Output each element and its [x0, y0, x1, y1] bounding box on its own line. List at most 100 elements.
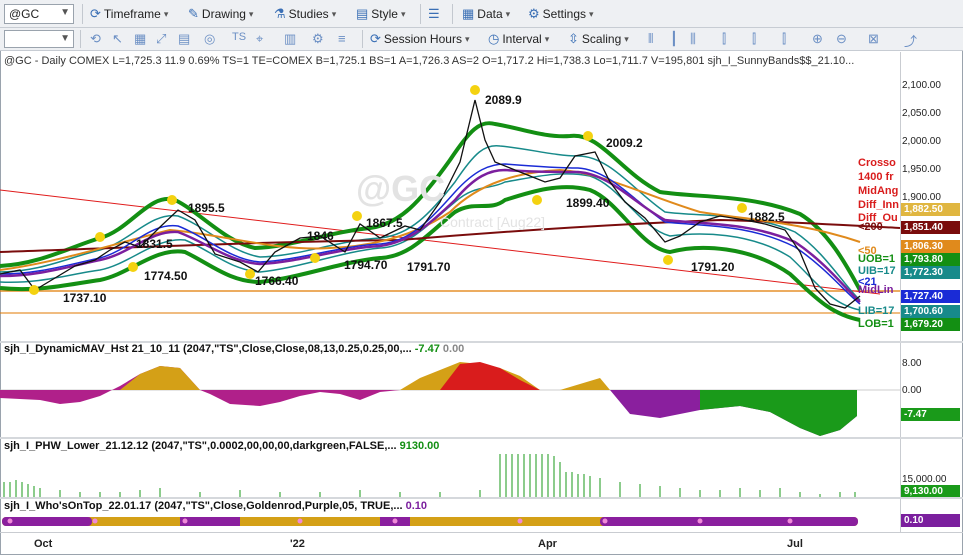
midangle-label: MidAng [858, 185, 899, 197]
lines-icon[interactable]: ≡ [338, 31, 346, 46]
bars-c-icon[interactable]: ⫿ [782, 31, 786, 47]
peak-label: 1867.5 [366, 216, 403, 230]
gear-icon: ⚙ [528, 6, 540, 21]
data-button[interactable]: ▦ Data ▾ [462, 4, 510, 24]
ind3-header: sjh_I_Who'sOnTop_22.01.17 (2047,"TS",Clo… [4, 500, 427, 512]
table-icon[interactable]: ▤ [178, 31, 190, 47]
refresh-icon[interactable]: ⟲ [90, 31, 101, 47]
main-toolbar: @GC ▼ ⟳ Timeframe ▾ ✎ Drawing ▾ ⚗ Studies ▾ ▤ S… [0, 0, 963, 28]
candle-icon[interactable]: ┃ [670, 31, 678, 47]
ind3-value: 0.10 [405, 500, 428, 512]
price-tag: 1,882.50 [901, 203, 960, 216]
interval-button[interactable]: ◷ Interval ▾ [488, 30, 549, 48]
price-tick: 2,050.00 [902, 108, 941, 119]
price-tag: 1,700.60 [901, 305, 960, 318]
uob-label: UOB=1 [858, 253, 895, 265]
price-tag: 1,772.30 [901, 266, 960, 279]
session-icon: ⟳ [370, 31, 381, 46]
peak-label: 1899.40 [566, 196, 610, 210]
settings-button[interactable]: ⚙ Settings ▾ [528, 4, 594, 24]
trough-label: 1766.40 [255, 274, 299, 288]
ind1-hist-pos [120, 366, 200, 390]
diff-inner-label: Diff_Inn [858, 199, 899, 211]
scaling-button[interactable]: ⇳ Scaling ▾ [568, 30, 629, 48]
price-tag: 1,793.80 [901, 253, 960, 266]
ind1-pane[interactable] [0, 356, 900, 438]
studies-label: Studies [288, 7, 329, 21]
bars-b-icon[interactable]: ⫿ [752, 31, 756, 47]
crosshair-icon[interactable]: ⌖ [256, 31, 263, 47]
studies-icon: ⚗ [274, 6, 286, 21]
ind3-tag: 0.10 [901, 514, 960, 527]
trough-label: 1774.50 [144, 269, 188, 283]
price-pane[interactable] [0, 52, 900, 342]
add-chart-icon[interactable]: ⤴ [904, 31, 917, 50]
chart-icon[interactable]: ⤢ [156, 31, 166, 47]
ind1-header: sjh_I_DynamicMAV_Hst 21_10_11 (2047,"TS"… [4, 343, 464, 355]
ind3-purple-seg [600, 517, 858, 526]
bar-chart-icon[interactable]: ⫴ [648, 31, 653, 47]
ind3-purple-seg [180, 517, 240, 526]
peak-label: 2009.2 [606, 136, 643, 150]
ind1-hist-green [700, 390, 857, 436]
ind1-tag: -7.47 [901, 408, 960, 421]
grid-icon[interactable]: ▦ [134, 31, 146, 47]
secondary-toolbar: ▼ ⟲ ↖ ▦ ⤢ ▤ ◎ TS ⌖ ▥ ⚙ ≡ ⟳ Session Hours ▾… [0, 28, 963, 51]
ind2-bars [3, 454, 856, 498]
peak-label: 1882.5 [748, 210, 785, 224]
data-label: Data [477, 7, 503, 21]
scaling-icon: ⇳ [568, 31, 579, 46]
price-tick: 1,950.00 [902, 164, 941, 175]
pane-divider[interactable] [0, 497, 963, 499]
info-label: 1400 fr [858, 171, 894, 183]
pencil-icon: ✎ [188, 6, 199, 21]
symbol-text: @GC [9, 7, 40, 21]
ind3-title: sjh_I_Who'sOnTop_22.01.17 (2047,"TS",Clo… [4, 500, 403, 512]
price-tick: 2,000.00 [902, 136, 941, 147]
contract-watermark: Contract [Aug22] [440, 214, 546, 230]
x-axis-label: Oct [34, 538, 53, 550]
layout-button[interactable]: ☰ [428, 4, 440, 24]
interval-input[interactable]: ▼ [4, 30, 74, 48]
timeframe-label: Timeframe [103, 7, 161, 21]
zoom-reset-icon[interactable]: ⊠ [868, 31, 879, 47]
candles-icon[interactable]: ⫼ [690, 31, 696, 47]
trough-label: 1794.70 [344, 258, 388, 272]
ma200-label: <200 [858, 221, 883, 233]
pane-divider[interactable] [0, 437, 963, 439]
bars-a-icon[interactable]: ⫿ [722, 31, 726, 47]
chevron-down-icon[interactable]: ▼ [60, 7, 70, 18]
cursor-icon[interactable]: ↖ [112, 31, 123, 47]
ind2-pane[interactable] [0, 452, 900, 498]
ind2-title: sjh_I_PHW_Lower_21.12.12 (2047,"TS",0.00… [4, 440, 397, 452]
session-hours-button[interactable]: ⟳ Session Hours ▾ [370, 30, 469, 48]
zoom-in-icon[interactable]: ⊕ [812, 31, 823, 47]
interval-label: Interval [502, 32, 542, 46]
ind1-tick: 8.00 [902, 358, 922, 369]
ind2-tick: 15,000.00 [902, 474, 947, 485]
gear-icon[interactable]: ⚙ [312, 31, 324, 47]
style-button[interactable]: ▤ Style ▾ [356, 4, 406, 24]
symbol-watermark: @GC [356, 168, 446, 209]
ts-icon[interactable]: TS [232, 31, 246, 43]
studies-button[interactable]: ⚗ Studies ▾ [274, 4, 336, 24]
data-icon: ▦ [462, 6, 475, 21]
peak-label: 1895.5 [188, 201, 225, 215]
symbol-input[interactable]: @GC ▼ [4, 4, 74, 24]
ind1-value-2: 0.00 [442, 343, 465, 355]
chevron-down-icon[interactable]: ▼ [60, 33, 70, 44]
price-tag: 1,806.30 [901, 240, 960, 253]
price-tag: 1,679.20 [901, 318, 960, 331]
peak-label: 1831.5 [136, 237, 173, 251]
peak-label: 1846 [307, 229, 334, 243]
volume-icon[interactable]: ▥ [284, 31, 296, 47]
zoom-out-icon[interactable]: ⊖ [836, 31, 847, 47]
ind3-pane[interactable] [0, 514, 900, 532]
timeframe-button[interactable]: ⟳ Timeframe ▾ [90, 4, 168, 24]
price-tick: 1,900.00 [902, 192, 941, 203]
drawing-button[interactable]: ✎ Drawing ▾ [188, 4, 253, 24]
dashboard-icon[interactable]: ◎ [204, 31, 215, 47]
trough-label: 1791.70 [407, 260, 451, 274]
price-tick: 2,100.00 [902, 80, 941, 91]
midline-label: MidLin [858, 284, 894, 296]
